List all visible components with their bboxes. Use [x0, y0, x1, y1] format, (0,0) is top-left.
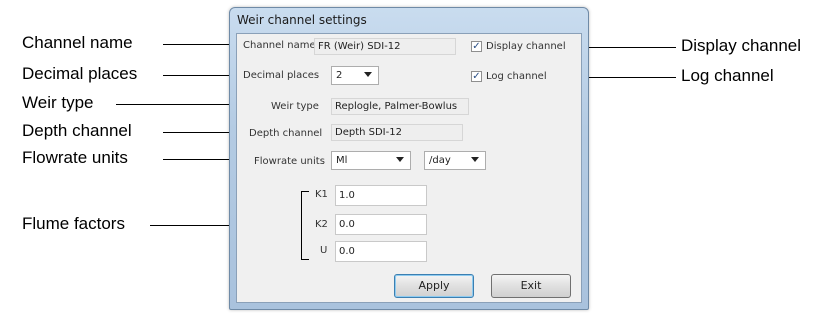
depth-channel-label: Depth channel	[249, 128, 323, 139]
decimal-places-value: 2	[336, 70, 343, 81]
bracket-bottom	[301, 259, 309, 260]
u-label: U	[320, 245, 328, 256]
leader-line	[163, 132, 235, 133]
callout-flume-factors: Flume factors	[22, 214, 125, 233]
channel-name-label: Channel name	[243, 40, 316, 51]
leader-line	[163, 75, 235, 76]
leader-line	[116, 104, 235, 105]
title-bar[interactable]: Weir channel settings	[230, 8, 588, 32]
callout-decimal-places: Decimal places	[22, 64, 138, 83]
bracket-top	[301, 191, 309, 192]
callout-flowrate-units: Flowrate units	[22, 148, 128, 167]
decimal-places-label: Decimal places	[243, 70, 320, 81]
flowrate-period-select[interactable]: /day	[424, 151, 486, 170]
k1-input[interactable]: 1.0	[335, 185, 427, 206]
callout-weir-type: Weir type	[22, 93, 94, 112]
bracket-vertical	[301, 191, 302, 259]
dialog-title: Weir channel settings	[237, 13, 367, 27]
chevron-down-icon	[364, 72, 372, 77]
callout-display-channel: Display channel	[681, 36, 802, 55]
log-channel-label: Log channel	[486, 71, 547, 82]
checkmark-icon: ✓	[472, 71, 481, 82]
k2-label: K2	[315, 219, 328, 230]
chevron-down-icon	[396, 157, 404, 162]
leader-line	[576, 47, 676, 48]
flowrate-unit-select[interactable]: Ml	[331, 151, 411, 170]
weir-type-label: Weir type	[271, 101, 319, 112]
display-channel-checkbox[interactable]: ✓	[471, 41, 482, 52]
flowrate-period-value: /day	[429, 155, 451, 166]
decimal-places-select[interactable]: 2	[331, 66, 379, 85]
flowrate-units-label: Flowrate units	[254, 156, 325, 167]
leader-line	[163, 44, 235, 45]
apply-button[interactable]: Apply	[394, 274, 474, 298]
k1-label: K1	[315, 189, 328, 200]
log-channel-checkbox[interactable]: ✓	[471, 71, 482, 82]
checkmark-icon: ✓	[472, 41, 481, 52]
callout-log-channel: Log channel	[681, 66, 774, 85]
flowrate-unit-value: Ml	[336, 155, 348, 166]
display-channel-label: Display channel	[486, 41, 566, 52]
channel-name-field[interactable]: FR (Weir) SDI-12	[314, 38, 456, 55]
weir-type-field[interactable]: Replogle, Palmer-Bowlus	[331, 98, 469, 115]
exit-button[interactable]: Exit	[491, 274, 571, 298]
callout-channel-name: Channel name	[22, 33, 133, 52]
u-input[interactable]: 0.0	[335, 241, 427, 262]
depth-channel-field[interactable]: Depth SDI-12	[331, 124, 463, 141]
leader-line	[163, 159, 235, 160]
callout-depth-channel: Depth channel	[22, 121, 132, 140]
chevron-down-icon	[471, 157, 479, 162]
k2-input[interactable]: 0.0	[335, 214, 427, 235]
